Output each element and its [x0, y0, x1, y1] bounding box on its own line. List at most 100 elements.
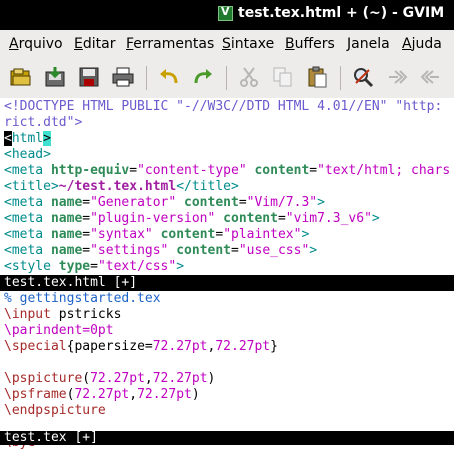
code-token: \pspicture — [4, 371, 83, 386]
code-line[interactable]: <meta name="plugin-version" content="vim… — [4, 211, 380, 227]
cut-icon[interactable] — [236, 64, 262, 90]
copy-icon[interactable] — [270, 64, 296, 90]
toolbar-separator — [146, 66, 147, 90]
code-token: = — [309, 163, 318, 178]
code-line[interactable]: \pspicture(72.27pt,72.27pt) — [4, 371, 215, 387]
save-icon[interactable] — [76, 64, 102, 90]
undo-icon[interactable] — [156, 64, 182, 90]
menu-arquivo-rest: rquivo — [18, 36, 63, 52]
code-token: 72.27pt — [90, 371, 145, 386]
menu-buffers[interactable]: Buffers — [285, 36, 335, 52]
menu-janela[interactable]: Janela — [347, 36, 390, 52]
code-token: content — [184, 195, 239, 210]
code-line[interactable]: <head> — [4, 147, 51, 163]
code-token: > — [301, 227, 310, 242]
code-token: = — [82, 243, 91, 258]
menu-editar[interactable]: Editar — [74, 36, 115, 52]
code-token: > — [309, 243, 318, 258]
code-token: <meta — [4, 163, 51, 178]
code-token: , — [129, 387, 138, 402]
print-icon[interactable] — [110, 64, 136, 90]
code-token: = — [129, 163, 138, 178]
code-line[interactable]: \psframe(72.27pt,72.27pt) — [4, 387, 200, 403]
redo-icon[interactable] — [190, 64, 216, 90]
toolbar — [0, 58, 454, 99]
find-next-icon[interactable] — [384, 64, 410, 90]
paste-icon[interactable] — [304, 64, 330, 90]
code-line[interactable]: \special{papersize=72.27pt,72.27pt} — [4, 339, 278, 355]
editor-area[interactable]: <!DOCTYPE HTML PUBLIC "-//W3C//DTD HTML … — [0, 98, 454, 465]
code-token: </title> — [176, 179, 239, 194]
code-token: {papersize= — [66, 339, 153, 354]
code-token: = — [215, 227, 224, 242]
code-token: content — [160, 227, 216, 242]
code-token: "text/html; chars — [317, 163, 451, 178]
code-token: = — [238, 195, 247, 210]
code-line[interactable]: \endpspicture — [4, 403, 106, 419]
code-token: \parindent=0pt — [4, 323, 114, 338]
code-token: = — [231, 243, 239, 258]
open-icon[interactable] — [8, 64, 34, 90]
menu-ajuda[interactable]: Ajuda — [402, 36, 442, 52]
code-line[interactable]: <title>~/test.tex.html</title> — [4, 179, 239, 195]
menu-arquivo[interactable]: Arquivo — [9, 36, 63, 52]
code-token: <meta — [4, 243, 51, 258]
code-line[interactable]: <meta name="Generator" content="Vim/7.3"… — [4, 195, 325, 211]
code-token: "settings" — [90, 243, 169, 258]
code-token: name — [50, 227, 83, 242]
status-line-bottom[interactable]: test.tex [+] — [0, 431, 454, 445]
code-token: 72.27pt — [74, 387, 130, 402]
code-token: "plugin-version" — [90, 211, 216, 226]
code-token: } — [270, 339, 278, 354]
code-line[interactable]: <meta http-equiv="content-type" content=… — [4, 163, 450, 179]
code-token: ~/test.tex.html — [58, 179, 177, 194]
code-token: content — [176, 243, 232, 258]
code-token: 72.27pt — [137, 387, 192, 402]
code-line[interactable]: \parindent=0pt — [4, 323, 114, 339]
menu-ajuda-rest: juda — [411, 36, 442, 52]
menu-buffers-rest: uffers — [294, 36, 335, 52]
menu-sintaxe-rest: intaxe — [230, 36, 275, 52]
code-token: <meta — [4, 211, 51, 226]
code-token: "use_css" — [238, 243, 310, 258]
code-token: <meta — [4, 195, 51, 210]
code-token: = — [82, 211, 91, 226]
code-token: ( — [82, 371, 91, 386]
code-line[interactable]: <html> — [4, 131, 51, 147]
code-line[interactable]: <style type="text/css"> — [4, 259, 184, 275]
code-token: <style — [4, 259, 59, 274]
status-line-top[interactable]: test.tex.html [+] — [0, 275, 454, 291]
code-line[interactable]: <!DOCTYPE HTML PUBLIC "-//W3C//DTD HTML … — [4, 99, 442, 115]
code-token: 72.27pt — [152, 339, 208, 354]
code-line[interactable]: rict.dtd"> — [4, 115, 82, 131]
code-token: ) — [207, 371, 216, 386]
code-line[interactable]: \input pstricks — [4, 307, 121, 323]
code-line[interactable]: % gettingstarted.tex — [4, 291, 161, 307]
code-token: "plaintex" — [223, 227, 302, 242]
menu-ferramentas[interactable]: Ferramentas — [126, 36, 214, 52]
find-prev-icon[interactable] — [418, 64, 444, 90]
menu-sintaxe[interactable]: Sintaxe — [222, 36, 274, 52]
code-token: 72.27pt — [215, 339, 271, 354]
window-title: test.tex.html + (~) - GVIM — [238, 5, 445, 21]
code-line[interactable]: <meta name="syntax" content="plaintex"> — [4, 227, 309, 243]
code-token: = — [277, 211, 286, 226]
save-download-icon[interactable] — [42, 64, 68, 90]
find-replace-icon[interactable] — [350, 64, 376, 90]
title-bar[interactable]: test.tex.html + (~) - GVIM — [0, 0, 454, 30]
code-token: <title> — [4, 179, 59, 194]
code-token: <meta — [4, 227, 51, 242]
code-token: name — [50, 243, 83, 258]
code-token: content — [254, 163, 310, 178]
menu-bar: Arquivo Editar Ferramentas Sintaxe Buffe… — [0, 30, 454, 59]
code-token: \endpspicture — [4, 403, 106, 418]
menu-ferramentas-rest: erramentas — [133, 36, 215, 52]
code-line[interactable]: <meta name="settings" content="use_css"> — [4, 243, 317, 259]
code-token: ) — [191, 387, 200, 402]
code-token: "syntax" — [90, 227, 153, 242]
matched-bracket: > — [43, 131, 51, 146]
code-token: http-equiv — [50, 163, 130, 178]
